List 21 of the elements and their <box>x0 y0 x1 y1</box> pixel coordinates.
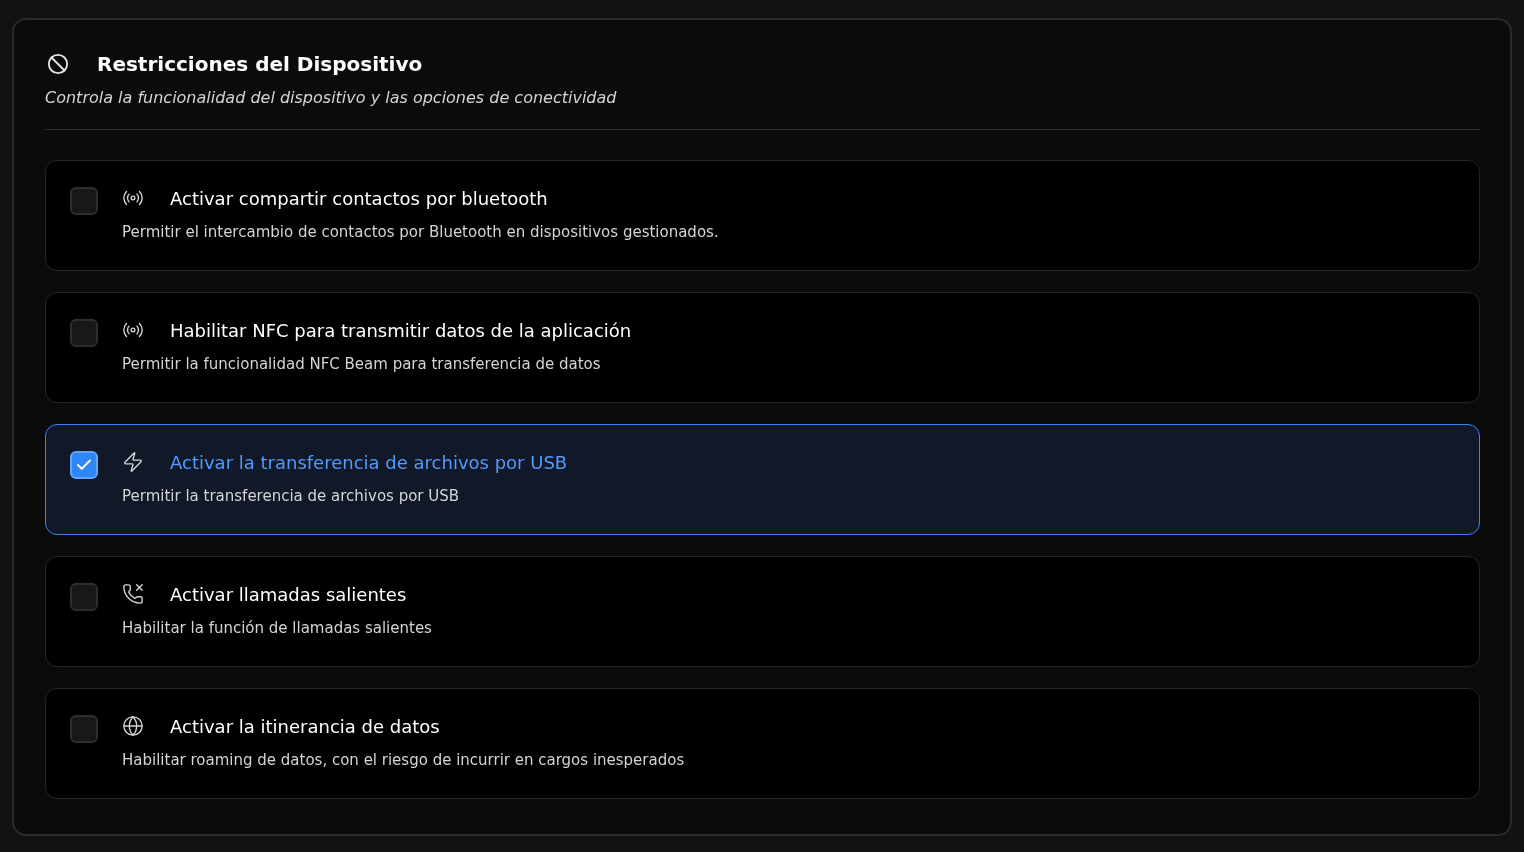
option-label: Activar compartir contactos por bluetooth <box>170 187 548 209</box>
option-label: Habilitar NFC para transmitir datos de la aplicación <box>170 319 632 341</box>
checkbox[interactable] <box>70 319 98 347</box>
checkbox[interactable] <box>70 715 98 743</box>
section-subtitle: Controla la funcionalidad del dispositivo y las opciones de conectividad <box>45 88 618 107</box>
block-icon <box>47 53 69 75</box>
option-label: Activar la itinerancia de datos <box>170 715 440 737</box>
option-description: Permitir el intercambio de contactos por Bluetooth en dispositivos gestionados. <box>122 223 719 241</box>
lightning-icon <box>122 451 144 473</box>
globe-icon <box>122 715 144 737</box>
phone-icon <box>122 583 144 605</box>
option-description: Permitir la transferencia de archivos por USB <box>122 487 461 505</box>
option-description: Permitir la funcionalidad NFC Beam para transferencia de datos <box>122 355 602 373</box>
checkbox[interactable] <box>70 187 98 215</box>
option-label: Activar llamadas salientes <box>170 583 407 605</box>
checkbox[interactable] <box>70 583 98 611</box>
checkbox[interactable] <box>70 451 98 479</box>
option-description: Habilitar la función de llamadas salientes <box>122 619 432 637</box>
option-description: Habilitar roaming de datos, con el riesgo de incurrir en cargos inesperados <box>122 751 685 769</box>
option-label: Activar la transferencia de archivos por USB <box>170 451 568 473</box>
section-title: Restricciones del Dispositivo <box>97 52 423 76</box>
